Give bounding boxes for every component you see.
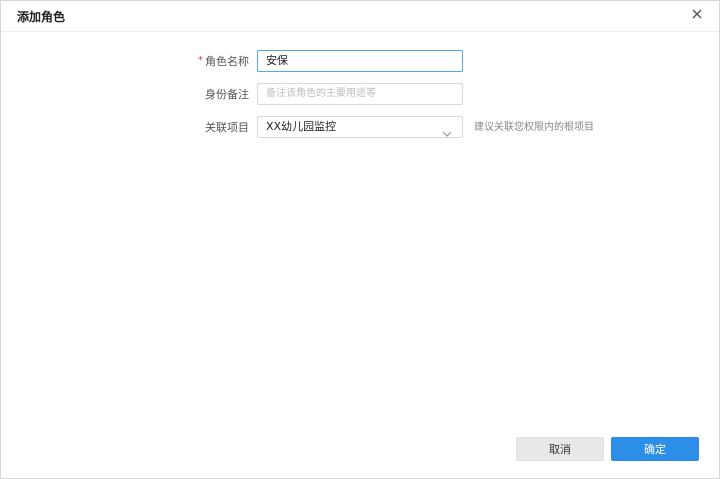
role-name-row: * 角色名称 安保 xyxy=(1,50,719,74)
role-name-label: * 角色名称 xyxy=(198,50,249,74)
role-name-label-text: 角色名称 xyxy=(205,55,249,68)
required-mark: * xyxy=(198,55,203,66)
project-select[interactable]: XX幼儿园监控 xyxy=(257,116,463,138)
dialog-title: 添加角色 xyxy=(17,10,66,24)
cancel-button[interactable]: 取消 xyxy=(516,437,604,461)
add-role-dialog: 添加角色 * 角色名称 安保 身份备注 备注该角色的主要用途等 关联项目 XX幼儿… xyxy=(0,0,720,479)
chevron-down-icon xyxy=(442,123,452,137)
project-selected-value: XX幼儿园监控 xyxy=(266,120,337,133)
identity-note-input[interactable]: 备注该角色的主要用途等 xyxy=(257,83,463,105)
dialog-header: 添加角色 xyxy=(1,1,719,32)
project-row: 关联项目 XX幼儿园监控 建议关联您权限内的根项目 xyxy=(1,116,719,140)
project-label: 关联项目 xyxy=(205,121,249,134)
role-name-input[interactable]: 安保 xyxy=(257,50,463,72)
identity-note-row: 身份备注 备注该角色的主要用途等 xyxy=(1,83,719,107)
identity-note-label: 身份备注 xyxy=(205,88,249,101)
project-hint: 建议关联您权限内的根项目 xyxy=(474,122,594,133)
confirm-button[interactable]: 确定 xyxy=(611,437,699,461)
close-icon[interactable] xyxy=(689,6,705,22)
